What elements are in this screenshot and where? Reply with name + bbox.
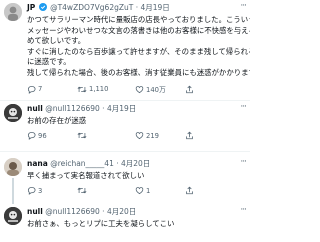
reply-icon [27,186,36,195]
more-options-icon[interactable]: ··· [240,1,247,11]
retweet-button[interactable] [77,186,135,195]
like-count: 1 [146,186,151,195]
user-handle[interactable]: @null1126690 · 4月19日 [45,104,136,113]
share-icon [186,131,193,140]
share-button[interactable] [185,85,194,94]
reply-button[interactable]: 3 [27,186,77,195]
user-name[interactable]: null [27,207,43,216]
tweet-text-line: すぐに消したのなら百歩譲って許せますが、そのまま残して帰られる [27,46,250,56]
user-name[interactable]: JP [27,3,35,12]
like-count: 219 [146,131,159,140]
avatar[interactable] [4,207,22,225]
retweet-button[interactable] [77,131,135,140]
user-name[interactable]: null [27,104,43,113]
tweet-text-line: に迷惑です。 [27,57,71,67]
tweet-header: nana @reichan_____41 · 4月20日 [27,159,150,169]
heart-icon [135,85,144,93]
reply-button[interactable]: 96 [27,131,77,140]
tweet-text: お前の存在が迷惑 [27,116,87,125]
retweet-button[interactable]: 1,110 [77,85,135,94]
reply-count: 96 [38,131,47,140]
more-options-icon[interactable]: ··· [240,102,247,112]
retweet-icon [77,132,87,139]
reply-icon [27,131,36,140]
share-button[interactable] [185,186,194,195]
tweet-text: かつてサラリーマン時代に量販店の店長やっておりました。こういう メッセージやわい… [27,15,250,79]
tweet-text-line: メッセージやわいせつな文言の落書きは他のお客様に不快感を与える [27,25,250,35]
user-handle[interactable]: @reichan_____41 · 4月20日 [50,159,150,168]
tweet-actions: 3 1 [27,186,227,195]
tweet-null-2[interactable]: null @null1126690 · 4月20日 ··· お前さぁ、もっとリプ… [0,205,250,242]
retweet-icon [77,187,87,194]
share-icon [186,85,193,93]
share-button[interactable] [185,131,194,140]
tweet-header: null @null1126690 · 4月20日 [27,207,136,217]
tweet-nana[interactable]: nana @reichan_____41 · 4月20日 ··· 早く捕まって実… [0,156,250,204]
tweet-actions: 96 219 [27,131,227,140]
tweet-actions: 7 1,110 140万 [27,84,227,94]
like-button[interactable]: 140万 [135,84,185,94]
more-options-icon[interactable]: ··· [240,205,247,215]
thread-line [12,178,14,204]
heart-icon [135,187,144,195]
like-button[interactable]: 1 [135,186,185,195]
tweet-text-line: かつてサラリーマン時代に量販店の店長やっておりました。こういう [27,15,250,24]
tweet-null-1[interactable]: null @null1126690 · 4月19日 ··· お前の存在が迷惑 9… [0,101,250,151]
like-button[interactable]: 219 [135,131,185,140]
reply-count: 3 [38,186,43,195]
tweet-date[interactable]: · 4月19日 [136,3,170,12]
tweet-text-line: めて欲しいです。 [27,36,86,46]
avatar[interactable] [4,3,22,21]
tweet-text-line: 残して帰られた場合、後のお客様、消す従業員にも迷惑がかかります [27,67,250,77]
tweet-text: 早く捕まって実名報道されて欲しい [27,171,145,180]
user-handle[interactable]: @T4wZDO7Vg62gZuT [50,3,133,12]
heart-icon [135,132,144,140]
retweet-icon [77,86,87,92]
tweet-jp[interactable]: JP @T4wZDO7Vg62gZuT · 4月19日 ··· かつてサラリーマ… [0,0,250,100]
like-count: 140万 [146,86,166,94]
tweet-header: JP @T4wZDO7Vg62gZuT · 4月19日 [27,3,170,13]
verified-badge-icon [38,3,47,11]
more-options-icon[interactable]: ··· [240,157,247,167]
reply-button[interactable]: 7 [27,85,77,94]
retweet-count: 1,110 [89,85,109,93]
divider [0,151,250,152]
avatar[interactable] [4,104,22,122]
user-name[interactable]: nana [27,159,48,168]
reply-icon [27,85,36,94]
share-icon [186,186,193,195]
user-handle[interactable]: @null1126690 · 4月20日 [45,207,136,216]
avatar[interactable] [4,158,22,176]
tweet-header: null @null1126690 · 4月19日 [27,104,136,114]
reply-count: 7 [38,85,43,93]
tweet-text: お前さぁ、もっとリプに工夫を凝らしてこい [27,219,175,228]
